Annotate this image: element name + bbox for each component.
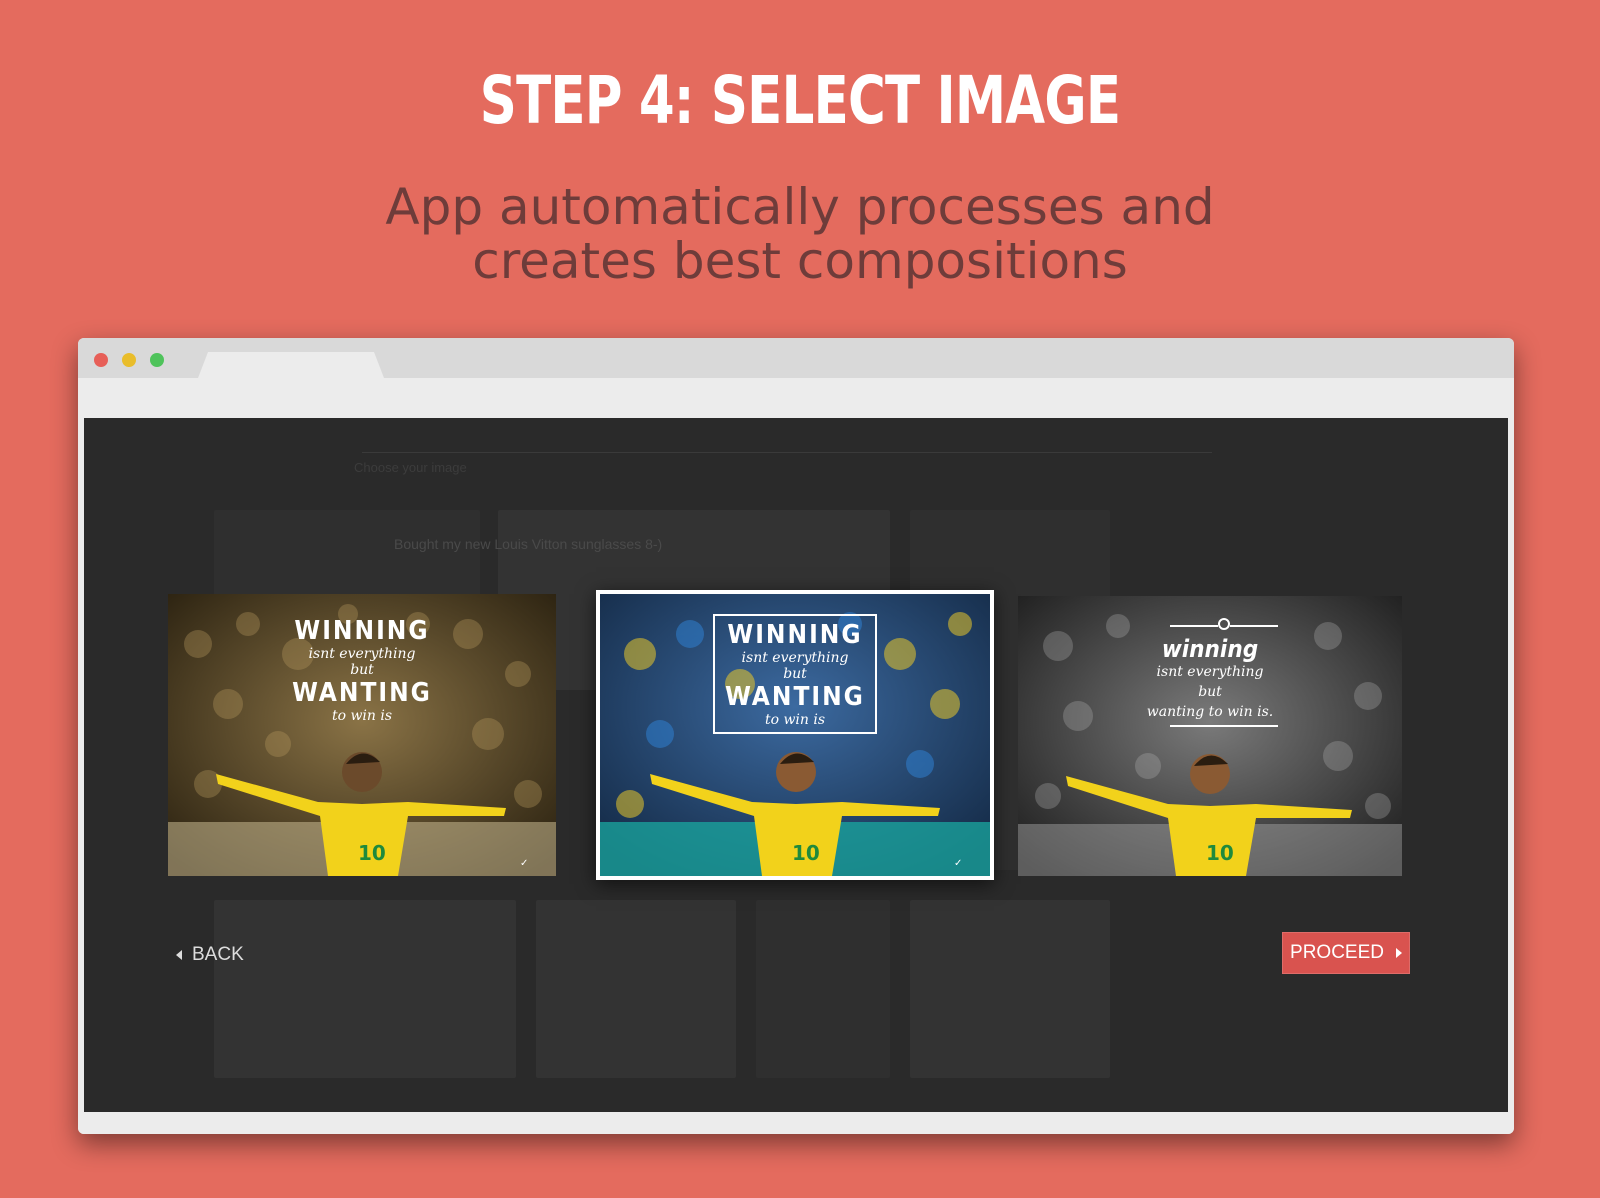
browser-statusbar xyxy=(78,1112,1514,1134)
quote-word: WINNING xyxy=(294,616,430,646)
quote-word: WINNING xyxy=(727,620,863,650)
browser-window: Choose your image Bought my new Louis Vi… xyxy=(78,338,1514,1134)
caret-right-icon xyxy=(1395,948,1402,958)
svg-text:✓: ✓ xyxy=(520,858,528,869)
subheadline-line-1: App automatically processes and xyxy=(385,178,1215,236)
back-button[interactable]: BACK xyxy=(176,944,244,966)
quote-text: isnt everything xyxy=(1156,664,1264,680)
background-thumbnail xyxy=(536,900,736,1078)
caret-left-icon xyxy=(176,950,182,960)
quote-overlay: winning isnt everything but wanting to w… xyxy=(1018,634,1402,720)
browser-toolbar xyxy=(78,378,1514,418)
background-thumbnail xyxy=(756,900,890,1078)
browser-titlebar xyxy=(78,338,1514,378)
quote-text: to win is xyxy=(764,712,826,728)
back-label: BACK xyxy=(192,944,244,965)
quote-text: wanting to win is. xyxy=(1146,704,1274,720)
page-subheadline: App automatically processes and creates … xyxy=(0,180,1600,288)
page-headline: STEP 4: SELECT IMAGE xyxy=(479,62,1121,139)
composition-card-grayscale[interactable]: 10 winning isnt everything but wanting t… xyxy=(1018,596,1402,876)
subheadline-line-2: creates best compositions xyxy=(472,232,1128,290)
quote-word: winning xyxy=(1161,635,1259,663)
quote-text: but xyxy=(1198,684,1222,700)
proceed-button[interactable]: PROCEED xyxy=(1282,932,1410,974)
close-window-button[interactable] xyxy=(94,353,108,367)
quote-overlay: WINNING isnt everything but WANTING to w… xyxy=(168,616,556,724)
maximize-window-button[interactable] xyxy=(150,353,164,367)
quote-text: isnt everything xyxy=(308,646,416,662)
app-viewport: Choose your image Bought my new Louis Vi… xyxy=(84,418,1508,1112)
background-thumbnail xyxy=(214,900,516,1078)
background-divider xyxy=(362,452,1212,453)
quote-overlay: WINNING isnt everything but WANTING to w… xyxy=(600,614,990,734)
minimize-window-button[interactable] xyxy=(122,353,136,367)
quote-word: WANTING xyxy=(292,678,432,708)
quote-word: WANTING xyxy=(725,682,865,712)
quote-text: to win is xyxy=(331,708,393,724)
proceed-label: PROCEED xyxy=(1290,942,1384,963)
quote-text: isnt everything xyxy=(741,650,849,666)
browser-tab[interactable] xyxy=(198,352,384,378)
composition-card-color[interactable]: 10 ✓ WINNING isnt everything but WANTING… xyxy=(596,590,994,880)
quote-text: but xyxy=(350,662,374,678)
background-thumbnail xyxy=(910,900,1110,1078)
svg-text:10: 10 xyxy=(792,841,820,865)
quote-text: but xyxy=(783,666,807,682)
svg-text:10: 10 xyxy=(1206,841,1234,865)
svg-text:✓: ✓ xyxy=(954,858,962,869)
svg-text:10: 10 xyxy=(358,841,386,865)
composition-card-sepia[interactable]: 10 ✓ WINNING isnt everything but WANTING… xyxy=(168,594,556,876)
background-caption: Bought my new Louis Vitton sunglasses 8-… xyxy=(394,536,663,552)
background-title: Choose your image xyxy=(354,460,467,475)
